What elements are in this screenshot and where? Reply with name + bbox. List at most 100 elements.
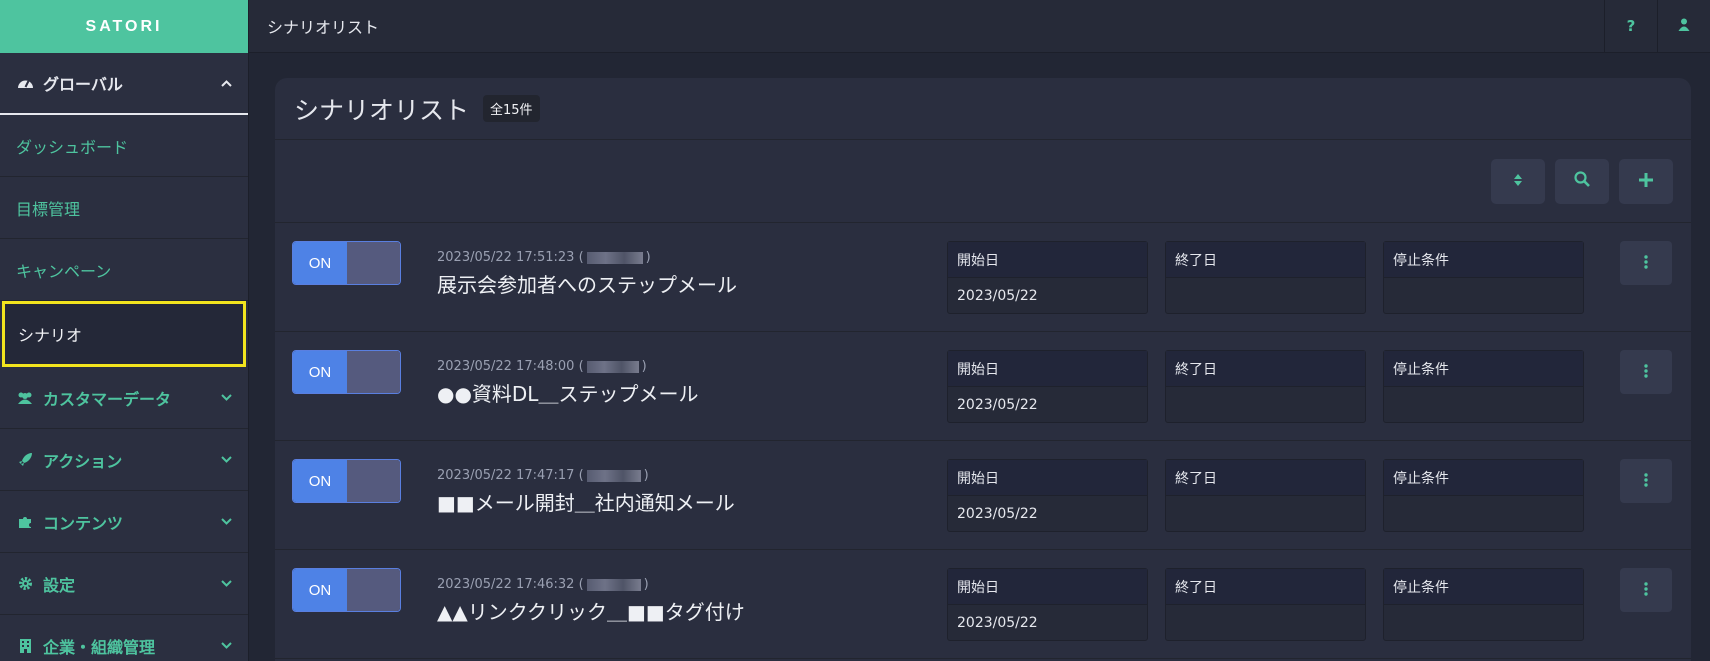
scenario-toggle[interactable]: ON: [292, 350, 401, 394]
scenario-timestamp: 2023/05/22 17:47:17 (: [437, 468, 584, 483]
scenario-timestamp: 2023/05/22 17:48:00 (: [437, 359, 584, 374]
kebab-icon: [1644, 581, 1648, 600]
end-date-value: [1166, 496, 1365, 532]
toolbar: [275, 140, 1691, 223]
toggle-knob: [347, 242, 400, 284]
stop-condition-label: 停止条件: [1384, 569, 1583, 605]
sidebar-item-goals[interactable]: 目標管理: [0, 177, 248, 239]
sidebar-section-customer-data[interactable]: カスタマーデータ: [0, 367, 248, 429]
sidebar-section-label: アクション: [43, 451, 123, 471]
scenario-meta-close: ): [645, 250, 651, 265]
stop-condition-value: [1384, 278, 1583, 314]
scenario-meta: 2023/05/22 17:51:23 ( ): [437, 250, 651, 265]
toggle-on-label: ON: [293, 242, 347, 284]
end-date-field: 終了日: [1165, 350, 1366, 423]
stop-condition-value: [1384, 496, 1583, 532]
toggle-on-label: ON: [293, 351, 347, 393]
end-date-value: [1166, 387, 1365, 423]
scenario-list-card: シナリオリスト 全15件 ON 2023/05/22 17:51:23 () …: [275, 78, 1691, 661]
stop-condition-field: 停止条件: [1383, 350, 1584, 423]
end-date-label: 終了日: [1166, 351, 1365, 387]
stop-condition-label: 停止条件: [1384, 460, 1583, 496]
scenario-name[interactable]: 展示会参加者へのステップメール: [437, 269, 737, 298]
redacted-author: [586, 578, 641, 591]
scenario-timestamp: 2023/05/22 17:46:32 (: [437, 577, 584, 592]
end-date-label: 終了日: [1166, 460, 1365, 496]
sidebar-item-scenario[interactable]: シナリオ: [2, 301, 246, 367]
scenario-meta-close: ): [643, 468, 649, 483]
start-date-label: 開始日: [948, 242, 1147, 278]
sort-button[interactable]: [1491, 158, 1545, 204]
scenario-name[interactable]: ●●資料DL＿ステップメール: [437, 378, 698, 407]
building-icon: [16, 637, 34, 655]
scenario-meta-close: ): [641, 359, 647, 374]
logo[interactable]: SATORI: [0, 0, 248, 53]
scenario-row: ON 2023/05/22 17:48:00 ( ) ●●資料DL＿ステップメー…: [275, 332, 1691, 441]
scenario-toggle[interactable]: ON: [292, 241, 401, 285]
start-date-field: 開始日 2023/05/22: [947, 459, 1148, 532]
toggle-on-label: ON: [293, 460, 347, 502]
chevron-down-icon: [220, 578, 232, 590]
dashboard-gauge-icon: [16, 74, 34, 92]
kebab-icon: [1644, 472, 1648, 491]
stop-condition-field: 停止条件: [1383, 568, 1584, 641]
chevron-down-icon: [220, 392, 232, 404]
end-date-field: 終了日: [1165, 241, 1366, 314]
scenario-row: ON 2023/05/22 17:46:32 ( ) ▲▲リンククリック＿■■タ…: [275, 550, 1691, 659]
toggle-knob: [347, 569, 400, 611]
stop-condition-label: 停止条件: [1384, 242, 1583, 278]
sidebar-section-contents[interactable]: コンテンツ: [0, 491, 248, 553]
stop-condition-field: 停止条件: [1383, 459, 1584, 532]
sidebar-section-global[interactable]: グローバル: [0, 53, 248, 115]
start-date-value: 2023/05/22: [957, 288, 1038, 304]
sidebar-section-org[interactable]: 企業・組織管理: [0, 615, 248, 661]
sidebar-section-action[interactable]: アクション: [0, 429, 248, 491]
stop-condition-value: [1384, 387, 1583, 423]
logo-text: SATORI: [85, 17, 163, 35]
add-scenario-button[interactable]: [1619, 158, 1673, 204]
row-menu-button[interactable]: [1620, 568, 1672, 612]
start-date-field: 開始日 2023/05/22: [947, 350, 1148, 423]
start-date-field: 開始日 2023/05/22: [947, 568, 1148, 641]
end-date-field: 終了日: [1165, 459, 1366, 532]
sidebar-section-label: コンテンツ: [43, 513, 124, 533]
sidebar-section-settings[interactable]: 設定: [0, 553, 248, 615]
stop-condition-label: 停止条件: [1384, 351, 1583, 387]
row-menu-button[interactable]: [1620, 241, 1672, 285]
puzzle-icon: [16, 513, 34, 531]
scenario-name[interactable]: ■■メール開封＿社内通知メール: [437, 487, 735, 516]
users-icon: [16, 389, 34, 407]
top-header: シナリオリスト ?: [249, 0, 1710, 53]
end-date-value: [1166, 605, 1365, 641]
start-date-field: 開始日 2023/05/22: [947, 241, 1148, 314]
end-date-label: 終了日: [1166, 242, 1365, 278]
chevron-down-icon: [220, 454, 232, 466]
scenario-row: ON 2023/05/22 17:47:17 ( ) ■■メール開封＿社内通知メ…: [275, 441, 1691, 550]
help-button[interactable]: ?: [1604, 0, 1657, 53]
redacted-author: [586, 360, 639, 373]
start-date-label: 開始日: [948, 460, 1147, 496]
scenario-toggle[interactable]: ON: [292, 568, 401, 612]
scenario-name[interactable]: ▲▲リンククリック＿■■タグ付け: [437, 596, 745, 625]
end-date-label: 終了日: [1166, 569, 1365, 605]
card-header: シナリオリスト 全15件: [275, 78, 1691, 140]
sort-icon: [1513, 172, 1523, 191]
question-icon: ?: [1626, 17, 1636, 35]
sidebar-item-campaign[interactable]: キャンペーン: [0, 239, 248, 301]
scenario-row: ON 2023/05/22 17:51:23 ( ) 展示会参加者へのステップメ…: [275, 223, 1691, 332]
end-date-value: [1166, 278, 1365, 314]
toggle-knob: [347, 460, 400, 502]
sidebar-item-dashboard[interactable]: ダッシュボード: [0, 115, 248, 177]
chevron-down-icon: [220, 640, 232, 652]
row-menu-button[interactable]: [1620, 350, 1672, 394]
search-button[interactable]: [1555, 158, 1609, 204]
gear-icon: [16, 575, 34, 593]
scenario-toggle[interactable]: ON: [292, 459, 401, 503]
search-icon: [1574, 171, 1590, 191]
user-menu-button[interactable]: [1657, 0, 1710, 53]
chevron-down-icon: [220, 516, 232, 528]
stop-condition-field: 停止条件: [1383, 241, 1584, 314]
start-date-value: 2023/05/22: [957, 506, 1038, 522]
row-menu-button[interactable]: [1620, 459, 1672, 503]
toggle-on-label: ON: [293, 569, 347, 611]
